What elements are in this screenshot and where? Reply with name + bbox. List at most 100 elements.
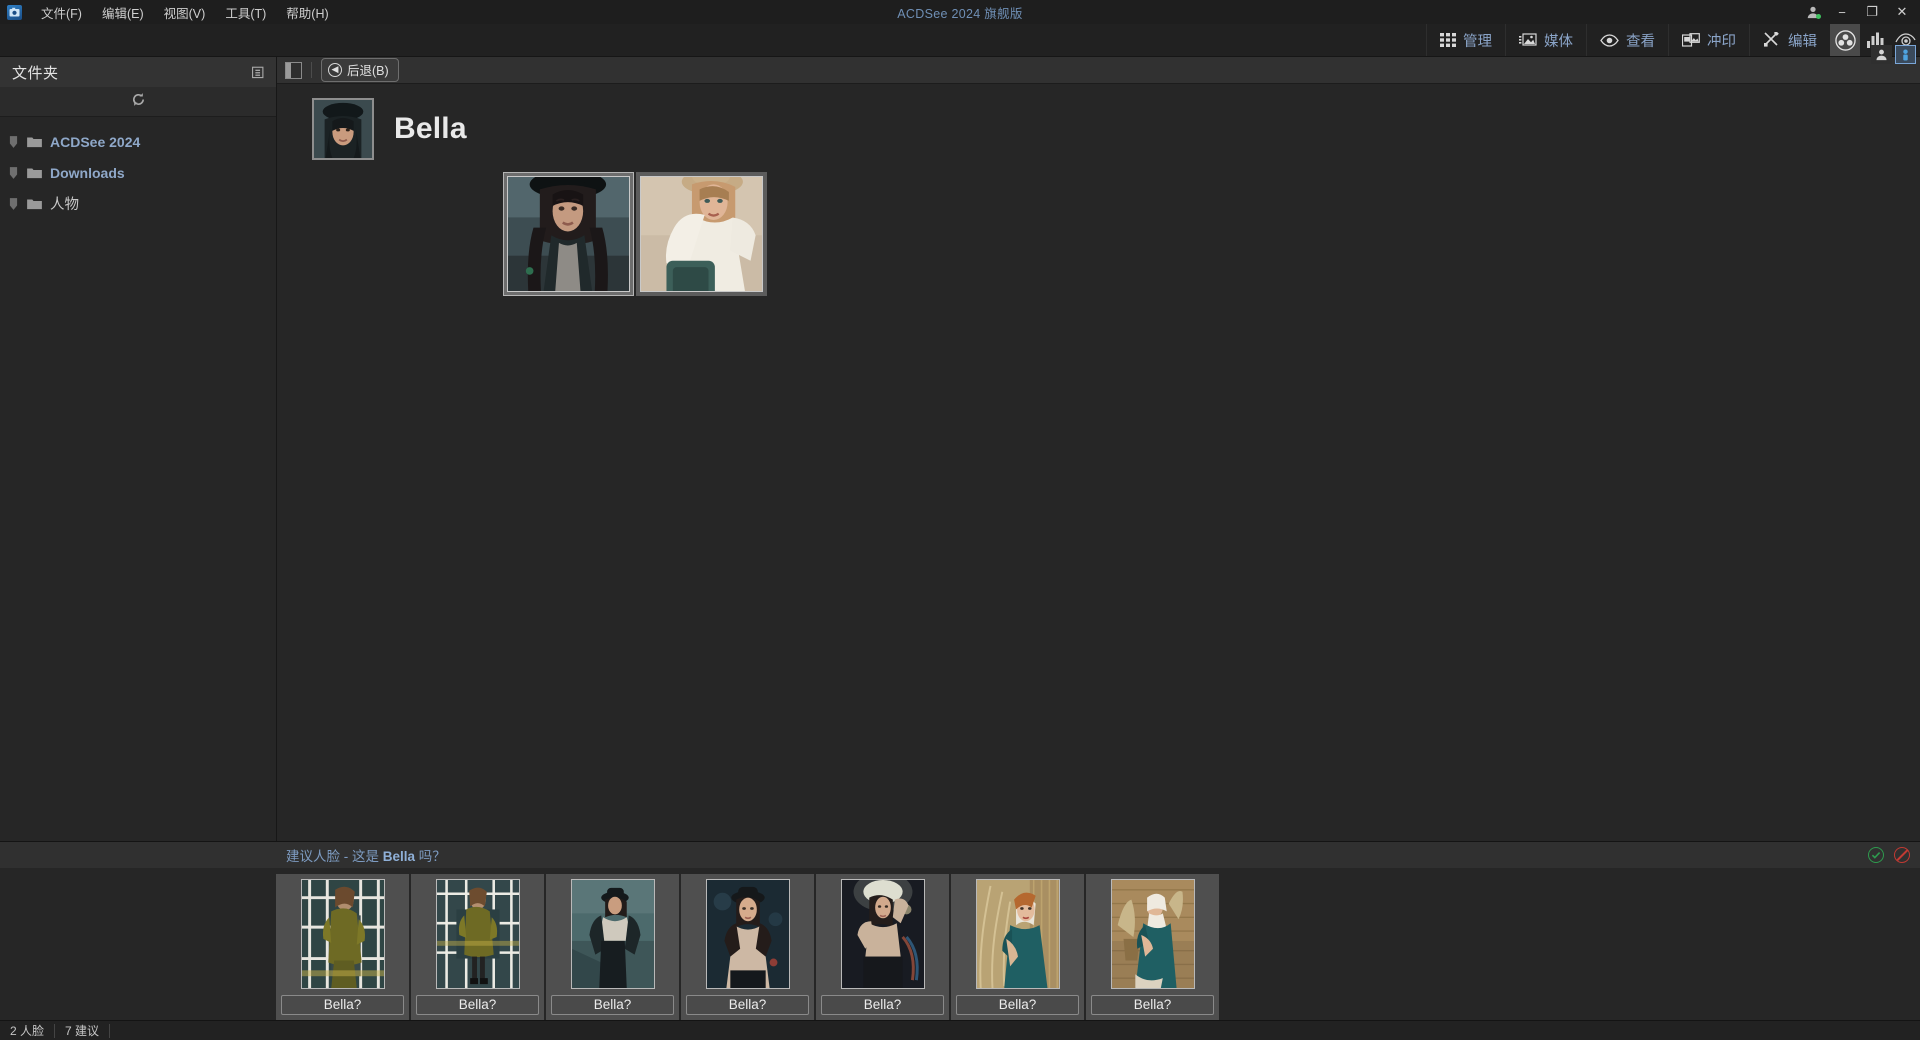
suggested-face-3[interactable]: Bella? <box>546 874 679 1020</box>
left-panel-toggle-icon[interactable] <box>285 61 302 79</box>
window-controls: − ❐ ✕ <box>1800 1 1920 23</box>
suggested-face-label[interactable]: Bella? <box>416 995 539 1015</box>
main-body: 文件夹 ACDSee 2024 Downloads 人物 ◀ 后退(B) Bel… <box>0 57 1920 841</box>
mode-manage-button[interactable]: 管理 <box>1426 24 1505 56</box>
status-bar: 2 人脸 7 建议 <box>0 1020 1920 1040</box>
folders-panel-title: 文件夹 <box>12 64 59 82</box>
mode-media-button[interactable]: 媒体 <box>1505 24 1586 56</box>
suggested-face-thumbnail <box>840 879 925 989</box>
suggest-title-prefix: 建议人脸 - 这是 <box>286 849 383 864</box>
menu-tools[interactable]: 工具(T) <box>215 0 276 25</box>
print-icon <box>1682 32 1700 48</box>
table-row[interactable] <box>503 172 634 296</box>
folder-tree: ACDSee 2024 Downloads 人物 <box>0 117 276 841</box>
suggested-faces-header: 建议人脸 - 这是 Bella 吗？ <box>0 842 1920 868</box>
refresh-icon[interactable] <box>131 92 146 112</box>
suggested-face-label[interactable]: Bella? <box>281 995 404 1015</box>
thumbnail-grid <box>503 172 1920 296</box>
suggested-face-thumbnail <box>705 879 790 989</box>
mode-toolbar: 管理 媒体 查看 冲印 编辑 <box>0 24 1920 57</box>
folder-icon <box>26 198 43 210</box>
menu-edit[interactable]: 编辑(E) <box>92 0 154 25</box>
table-row[interactable] <box>636 172 767 296</box>
menu-help[interactable]: 帮助(H) <box>276 0 338 25</box>
sidebar-item-label: ACDSee 2024 <box>50 133 141 150</box>
thumbnails-region <box>277 170 1920 841</box>
status-faces-count: 2 人脸 <box>0 1023 56 1038</box>
toolbar-divider <box>311 62 312 78</box>
content-area: ◀ 后退(B) Bella <box>277 57 1920 841</box>
person-panel-icon[interactable] <box>1871 45 1892 64</box>
right-panel-toggles <box>1871 45 1916 64</box>
suggested-face-label[interactable]: Bella? <box>956 995 1079 1015</box>
account-avatar-icon[interactable] <box>1800 1 1826 23</box>
sidebar-item-people[interactable]: 人物 <box>0 188 276 219</box>
mode-print-button[interactable]: 冲印 <box>1668 24 1749 56</box>
media-image-icon <box>1519 32 1537 48</box>
thumbnail-bella-sweater-beige <box>640 176 763 292</box>
people-panel-icon[interactable] <box>1895 45 1916 64</box>
menu-view[interactable]: 视图(V) <box>154 0 216 25</box>
thumbnail-bella-hat-dark <box>507 176 630 292</box>
suggested-face-thumbnail <box>975 879 1060 989</box>
suggested-face-label[interactable]: Bella? <box>686 995 809 1015</box>
suggested-face-1[interactable]: Bella? <box>276 874 409 1020</box>
suggested-face-thumbnail <box>300 879 385 989</box>
mode-view-label: 查看 <box>1626 33 1655 50</box>
minimize-button[interactable]: − <box>1828 1 1856 23</box>
back-button-label: 后退(B) <box>347 64 389 78</box>
sidebar-item-label: Downloads <box>50 164 125 181</box>
menu-bar: 文件(F) 编辑(E) 视图(V) 工具(T) 帮助(H) <box>31 0 339 25</box>
arrow-left-circle-icon: ◀ <box>328 62 342 77</box>
people-faces-icon[interactable] <box>1830 24 1860 56</box>
acdsee-application-window: 文件(F) 编辑(E) 视图(V) 工具(T) 帮助(H) ACDSee 202… <box>0 0 1920 1040</box>
suggested-face-label[interactable]: Bella? <box>551 995 674 1015</box>
suggest-title-suffix: 吗？ <box>415 849 446 864</box>
folder-icon <box>26 136 43 148</box>
mode-edit-label: 编辑 <box>1788 33 1817 50</box>
face-avatar[interactable] <box>312 98 374 160</box>
menu-file[interactable]: 文件(F) <box>31 0 92 25</box>
suggested-faces-strip: Bella? Bella? Bella? Bella? Bella? Bella… <box>0 868 1920 1020</box>
suggested-face-thumbnail <box>570 879 655 989</box>
acdsee-logo-icon <box>7 4 22 20</box>
folders-panel-header: 文件夹 <box>0 57 276 87</box>
suggested-faces-title: 建议人脸 - 这是 Bella 吗？ <box>286 845 446 865</box>
mode-print-label: 冲印 <box>1707 33 1736 50</box>
suggested-faces-actions <box>1868 847 1910 863</box>
suggested-face-label[interactable]: Bella? <box>1091 995 1214 1015</box>
back-button[interactable]: ◀ 后退(B) <box>321 58 399 82</box>
breadcrumb-toolbar: ◀ 后退(B) <box>277 57 1920 84</box>
shield-icon <box>7 166 19 179</box>
mode-media-label: 媒体 <box>1544 33 1573 50</box>
mode-edit-button[interactable]: 编辑 <box>1749 24 1830 56</box>
mode-manage-label: 管理 <box>1463 33 1492 50</box>
suggested-faces-panel: 建议人脸 - 这是 Bella 吗？ Bella? Bella? Bella? … <box>0 841 1920 1020</box>
sidebar-item-downloads[interactable]: Downloads <box>0 157 276 188</box>
folders-refresh-row[interactable] <box>0 87 276 117</box>
page-title: Bella <box>394 112 467 145</box>
suggest-title-name: Bella <box>382 849 416 864</box>
suggested-face-6[interactable]: Bella? <box>951 874 1084 1020</box>
sidebar-item-acdsee-2024[interactable]: ACDSee 2024 <box>0 126 276 157</box>
sidebar-item-label: 人物 <box>50 197 79 213</box>
suggested-face-7[interactable]: Bella? <box>1086 874 1219 1020</box>
status-suggestions-count: 7 建议 <box>55 1023 111 1038</box>
folders-sidebar: 文件夹 ACDSee 2024 Downloads 人物 <box>0 57 277 841</box>
close-button[interactable]: ✕ <box>1888 1 1916 23</box>
suggested-face-label[interactable]: Bella? <box>821 995 944 1015</box>
reject-deny-icon[interactable] <box>1894 847 1910 863</box>
suggested-face-5[interactable]: Bella? <box>816 874 949 1020</box>
folder-icon <box>26 167 43 179</box>
folder-tree-icon[interactable] <box>248 61 270 83</box>
suggested-face-thumbnail <box>435 879 520 989</box>
suggested-face-4[interactable]: Bella? <box>681 874 814 1020</box>
title-bar: 文件(F) 编辑(E) 视图(V) 工具(T) 帮助(H) ACDSee 202… <box>0 0 1920 24</box>
mode-view-button[interactable]: 查看 <box>1586 24 1668 56</box>
accept-check-icon[interactable] <box>1868 847 1884 863</box>
edit-tools-icon <box>1763 32 1781 48</box>
grid-icon <box>1440 32 1456 48</box>
maximize-button[interactable]: ❐ <box>1858 1 1886 23</box>
suggested-face-2[interactable]: Bella? <box>411 874 544 1020</box>
account-online-dot <box>1816 14 1821 19</box>
